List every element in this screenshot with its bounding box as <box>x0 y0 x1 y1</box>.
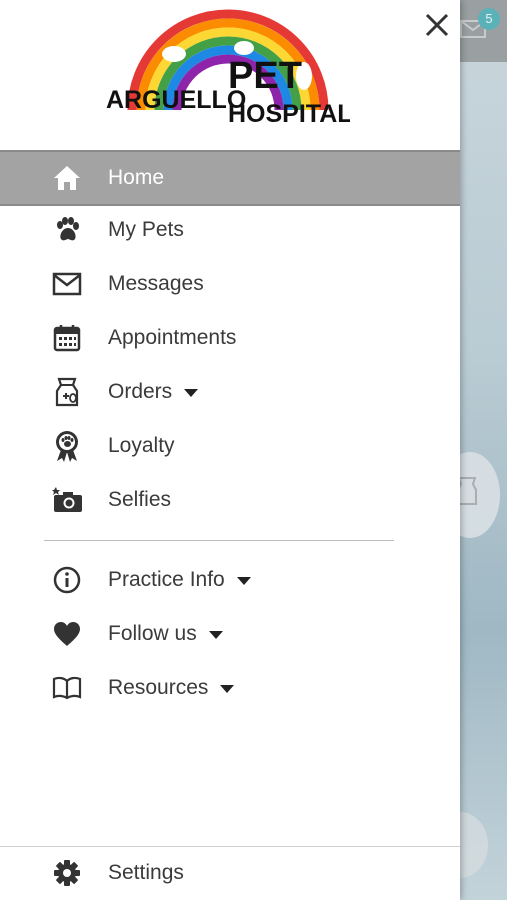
menu-item-label: Orders <box>108 380 173 403</box>
menu-item-appointments[interactable]: Appointments <box>0 312 460 364</box>
menu-item-label: Practice Info <box>108 568 225 591</box>
notification-badge: 5 <box>478 8 500 30</box>
camera-icon <box>50 483 84 517</box>
paw-icon <box>50 213 84 247</box>
logo-hospital-text: HOSPITAL <box>228 100 350 128</box>
menu-item-label: Resources <box>108 676 209 699</box>
calendar-icon <box>50 321 84 355</box>
gear-icon <box>50 856 84 890</box>
menu-item-label: Appointments <box>108 326 237 349</box>
book-icon <box>50 671 84 705</box>
menu-item-follow-us[interactable]: Follow us <box>0 608 460 660</box>
menu-item-label: Messages <box>108 272 204 295</box>
logo-arguello-text: ARGUELLO <box>106 86 246 114</box>
menu-item-messages[interactable]: Messages <box>0 258 460 310</box>
hospital-logo: PET ARGUELLO HOSPITAL <box>106 9 350 128</box>
menu-item-label: Selfies <box>108 488 172 511</box>
background-app: 5 <box>432 0 507 900</box>
caret-down-icon[interactable] <box>208 631 223 639</box>
heart-icon <box>50 617 84 651</box>
menu-item-label: Home <box>108 166 165 189</box>
pet-food-bag-icon <box>50 375 84 409</box>
menu-item-selfies[interactable]: Selfies <box>0 474 460 526</box>
menu-item-label: My Pets <box>108 218 184 241</box>
menu-item-label-wrap: Practice Info <box>108 568 251 592</box>
menu-item-settings[interactable]: Settings <box>0 847 460 899</box>
menu-item-home[interactable]: Home <box>0 150 460 206</box>
info-icon <box>50 563 84 597</box>
caret-down-icon[interactable] <box>184 389 199 397</box>
home-icon <box>50 161 84 195</box>
ribbon-award-icon <box>50 429 84 463</box>
menu-item-loyalty[interactable]: Loyalty <box>0 420 460 472</box>
menu-item-label-wrap: Resources <box>108 676 235 700</box>
menu-item-label: Follow us <box>108 622 197 645</box>
menu-divider <box>44 540 394 541</box>
navigation-drawer: PET ARGUELLO HOSPITAL Home My Pets Messa <box>0 0 460 900</box>
caret-down-icon[interactable] <box>220 685 235 693</box>
menu-item-my-pets[interactable]: My Pets <box>0 204 460 256</box>
menu-item-label: Loyalty <box>108 434 175 457</box>
menu-item-resources[interactable]: Resources <box>0 662 460 714</box>
menu-item-label-wrap: Orders <box>108 380 199 404</box>
menu-item-label: Settings <box>108 861 184 884</box>
menu-item-orders[interactable]: Orders <box>0 366 460 418</box>
envelope-icon <box>50 267 84 301</box>
caret-down-icon[interactable] <box>236 577 251 585</box>
menu-item-label-wrap: Follow us <box>108 622 223 646</box>
close-icon[interactable] <box>420 8 454 42</box>
menu-item-practice-info[interactable]: Practice Info <box>0 554 460 606</box>
